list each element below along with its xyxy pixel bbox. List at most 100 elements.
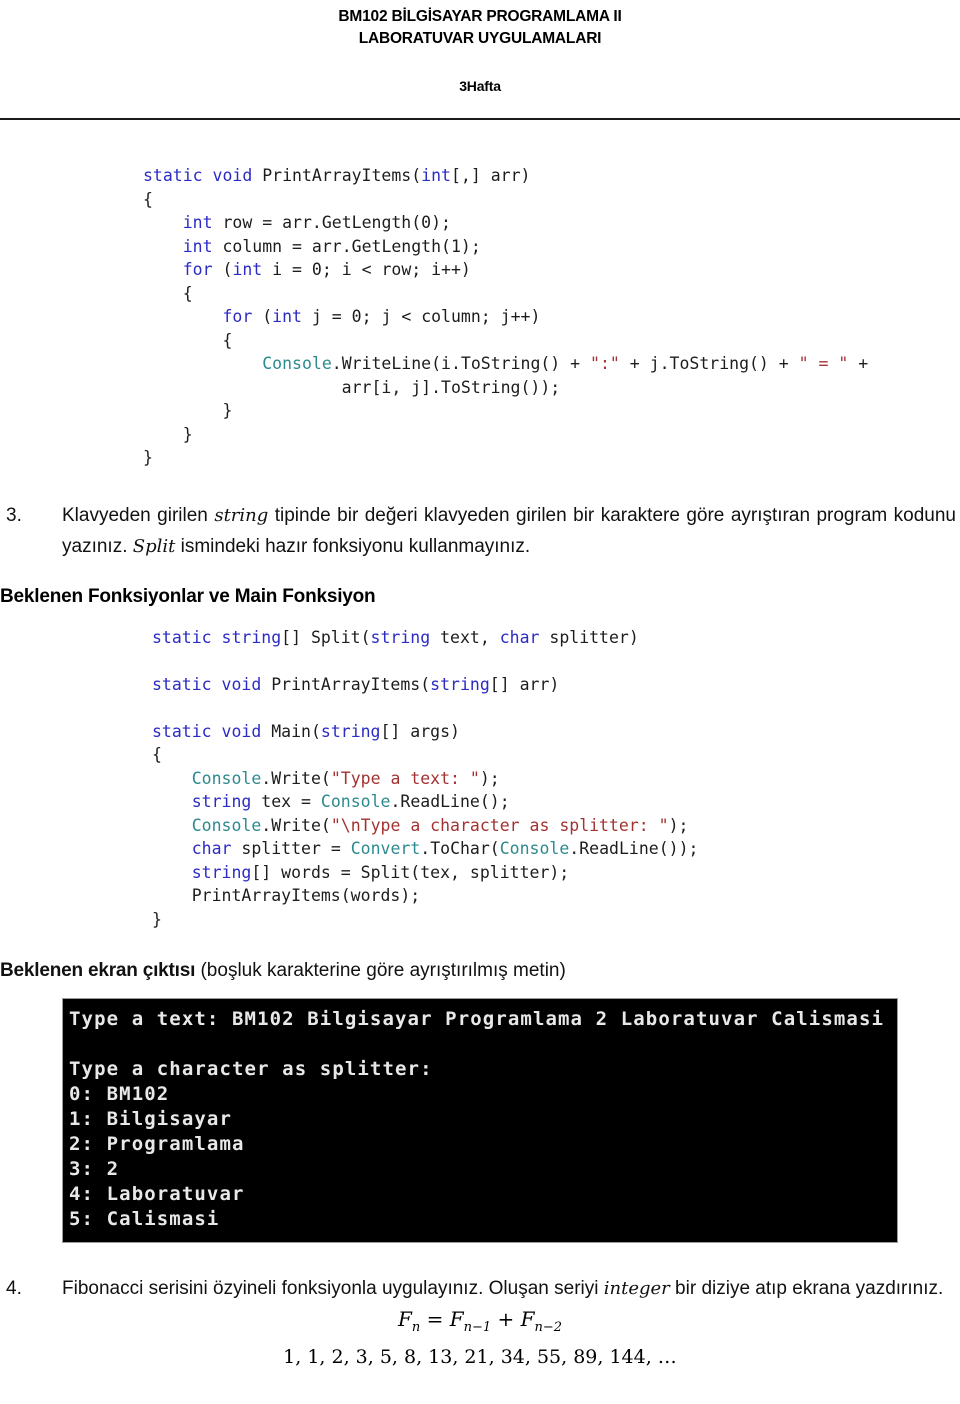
code-token: string	[430, 674, 490, 694]
math-term: string	[214, 504, 269, 526]
code-token: for	[182, 260, 213, 279]
question-3-number: 3.	[6, 504, 22, 526]
code-token: .ReadLine());	[569, 839, 699, 858]
console-line: 2: Programlama	[69, 1133, 245, 1155]
code-token: char	[191, 839, 232, 858]
code-line: arr[i, j].ToString());	[143, 376, 960, 400]
code-block-printarrayitems-2d: static void PrintArrayItems(int[,] arr){…	[0, 164, 960, 470]
header-title-line-1: BM102 BİLGİSAYAR PROGRAMLAMA II	[338, 8, 622, 25]
code-line: int column = arr.GetLength(1);	[143, 235, 960, 259]
question-3: 3. Klavyeden girilen string tipinde bir …	[0, 500, 960, 562]
code-token: Console	[191, 815, 262, 835]
prose-text: Fibonacci serisini özyineli fonksiyonla …	[62, 1278, 604, 1299]
code-token: PrintArrayItems(	[271, 674, 431, 694]
code-line: Console.WriteLine(i.ToString() + ":" + j…	[143, 352, 960, 376]
prose-text: ismindeki hazır fonksiyonu kullanmayınız…	[175, 535, 531, 557]
formula-sub-n-minus-1: n−1	[463, 1320, 492, 1335]
code-token: + j.ToString() +	[619, 354, 799, 373]
fibonacci-formula: Fn = Fn−1 + Fn−2	[0, 1304, 960, 1343]
code-line: Console.Write("\nType a character as spl…	[152, 814, 960, 838]
code-line: static void PrintArrayItems(int[,] arr)	[143, 164, 960, 188]
code-token: {	[143, 330, 233, 350]
code-token: static string	[152, 627, 282, 647]
console-line: 5: Calismasi	[69, 1208, 220, 1230]
expected-output-label-rest: (boşluk karakterine göre ayrıştırılmış m…	[195, 960, 566, 981]
code-token: .ToChar(	[420, 839, 500, 858]
code-line: for (int i = 0; i < row; i++)	[143, 258, 960, 282]
code-token: splitter)	[539, 627, 639, 647]
code-token: +	[848, 354, 869, 373]
math-term: Split	[132, 535, 176, 557]
code-token: static void	[152, 674, 272, 694]
code-token: tex =	[251, 792, 321, 811]
code-token: PrintArrayItems(words);	[152, 886, 421, 905]
code-token: "Type a text: "	[330, 768, 480, 788]
code-block-split-main: static string[] Split(string text, char …	[0, 626, 960, 932]
question-4-text: Fibonacci serisini özyineli fonksiyonla …	[62, 1273, 960, 1304]
code-token: );	[479, 768, 500, 788]
code-token: char	[499, 627, 540, 647]
prose-text: bir diziye atıp ekrana yazdırınız.	[669, 1278, 944, 1299]
code-token: {	[143, 189, 153, 209]
code-line: }	[152, 908, 960, 932]
code-token: }	[143, 401, 233, 420]
console-output-window: Type a text: BM102 Bilgisayar Programlam…	[62, 998, 898, 1243]
code-token: }	[143, 448, 153, 467]
code-token: int	[232, 260, 263, 279]
code-token: [] Split(	[281, 627, 371, 647]
code-line: }	[143, 446, 960, 470]
question-4: 4. Fibonacci serisini özyineli fonksiyon…	[0, 1273, 960, 1304]
code-token: string	[370, 627, 431, 647]
code-token: string	[191, 792, 252, 811]
code-token: for	[222, 307, 253, 326]
code-token: static void	[143, 166, 263, 185]
header-divider	[0, 118, 960, 120]
code-line: {	[143, 329, 960, 353]
fibonacci-series: 1, 1, 2, 3, 5, 8, 13, 21, 34, 55, 89, 14…	[283, 1346, 677, 1368]
formula-f-n: Fn	[397, 1307, 421, 1335]
code-line: string[] words = Split(tex, splitter);	[152, 861, 960, 885]
code-token: .Write(	[261, 768, 331, 788]
code-token: );	[668, 815, 689, 835]
code-token: splitter =	[231, 839, 351, 858]
code-token: {	[152, 745, 162, 764]
section-heading-expected-functions: Beklenen Fonksiyonlar ve Main Fonksiyon	[0, 585, 376, 607]
header-title-line-2: LABORATUVAR UYGULAMALARI	[358, 30, 602, 47]
code-token: .ReadLine();	[390, 792, 510, 811]
code-token: "\nType a character as splitter: "	[330, 815, 669, 835]
code-line: for (int j = 0; j < column; j++)	[143, 305, 960, 329]
console-line: 1: Bilgisayar	[69, 1108, 233, 1130]
code-line: Console.Write("Type a text: ");	[152, 767, 960, 791]
code-line: char splitter = Convert.ToChar(Console.R…	[152, 837, 960, 861]
code-line: static void Main(string[] args)	[152, 720, 960, 744]
code-token: " = "	[798, 354, 849, 373]
code-line: int row = arr.GetLength(0);	[143, 211, 960, 235]
console-line: Type a text: BM102 Bilgisayar Programlam…	[69, 1008, 885, 1030]
code-token: int	[272, 307, 302, 326]
expected-output-label: Beklenen ekran çıktısı (boşluk karakteri…	[0, 955, 960, 986]
console-line: 0: BM102	[69, 1083, 170, 1105]
console-line: 4: Laboratuvar	[69, 1183, 245, 1205]
code-token: column = arr.GetLength(1);	[212, 236, 481, 256]
code-token: (	[252, 307, 273, 326]
code-line: {	[143, 188, 960, 212]
code-token: }	[143, 424, 193, 444]
code-token: [] arr)	[489, 674, 560, 694]
code-line: static string[] Split(string text, char …	[152, 626, 960, 650]
code-token: i = 0; i < row; i++)	[262, 260, 471, 279]
code-line: }	[143, 399, 960, 423]
formula-equals-f: = F	[420, 1307, 464, 1331]
